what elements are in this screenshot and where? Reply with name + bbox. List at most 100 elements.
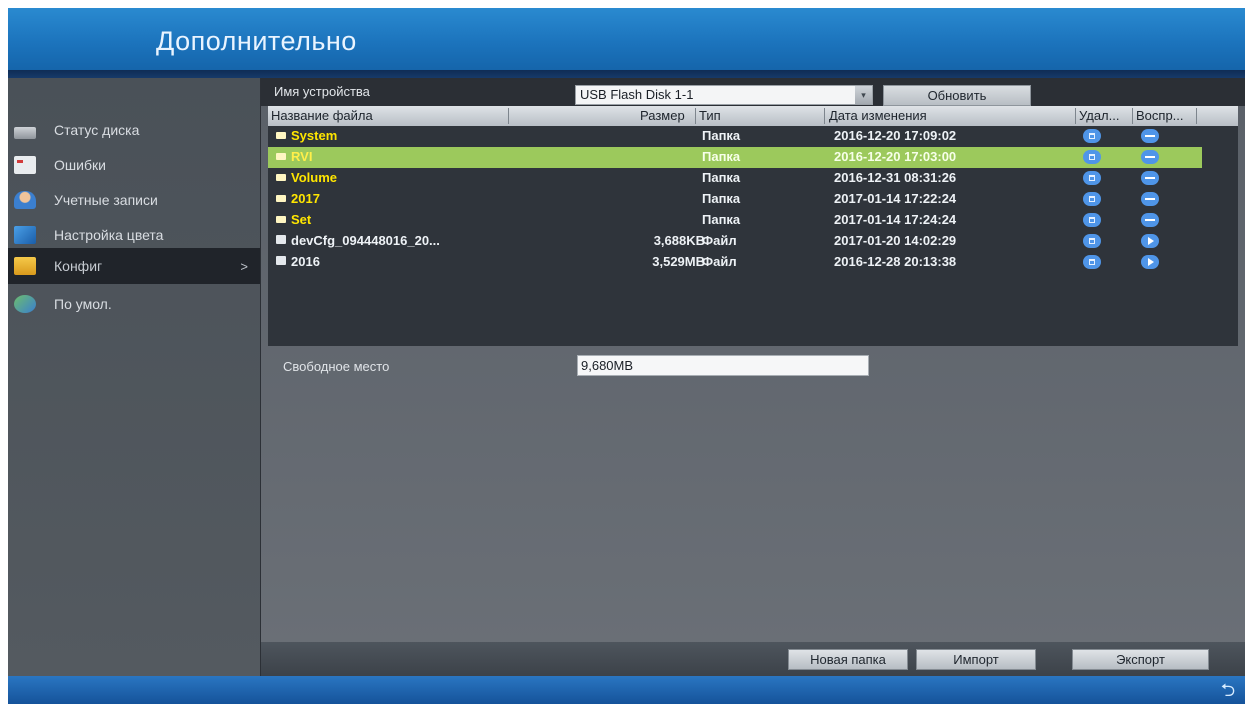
column-header-delete[interactable]: Удал... xyxy=(1079,108,1119,123)
chevron-right-icon: > xyxy=(240,258,248,274)
folder-icon xyxy=(276,174,286,181)
new-folder-button[interactable]: Новая папка xyxy=(788,649,908,670)
device-select[interactable]: USB Flash Disk 1-1 ▾ xyxy=(575,85,873,105)
file-name-text: Set xyxy=(291,212,312,227)
file-name: Volume xyxy=(276,170,337,185)
sidebar-item-label: Конфиг xyxy=(54,258,103,274)
file-type: Папка xyxy=(702,149,741,164)
sidebar-item-errors[interactable]: Ошибки xyxy=(8,147,260,183)
refresh-button[interactable]: Обновить xyxy=(883,85,1031,106)
delete-icon[interactable] xyxy=(1083,171,1101,185)
file-icon xyxy=(276,235,286,244)
file-type: Файл xyxy=(702,233,737,248)
column-divider xyxy=(1132,108,1133,124)
footer-bar: ⮌ xyxy=(8,676,1245,704)
page-title: Дополнительно xyxy=(156,26,357,56)
file-icon xyxy=(276,256,286,265)
file-name: devCfg_094448016_20... xyxy=(276,233,440,248)
back-icon[interactable]: ⮌ xyxy=(1217,681,1239,699)
minus-icon[interactable] xyxy=(1141,129,1159,143)
minus-icon[interactable] xyxy=(1141,171,1159,185)
file-type: Файл xyxy=(702,254,737,269)
table-row[interactable]: 2016 3,529MB Файл 2016-12-28 20:13:38 xyxy=(268,252,1202,273)
sidebar-item-label: Статус диска xyxy=(54,122,140,138)
minus-icon[interactable] xyxy=(1141,192,1159,206)
file-name-text: RVI xyxy=(291,149,313,164)
sidebar-item-label: По умол. xyxy=(54,296,112,312)
column-header-size[interactable]: Размер xyxy=(640,108,685,123)
file-name-text: System xyxy=(291,128,338,143)
column-divider xyxy=(695,108,696,124)
file-size: 3,688KB xyxy=(653,233,705,248)
play-icon[interactable] xyxy=(1141,255,1159,269)
folder-icon xyxy=(276,216,286,223)
folder-icon xyxy=(276,132,286,139)
table-row[interactable]: devCfg_094448016_20... 3,688KB Файл 2017… xyxy=(268,231,1202,252)
free-space-field: 9,680MB xyxy=(577,355,869,376)
table-row-selected[interactable]: RVI Папка 2016-12-20 17:03:00 xyxy=(268,147,1202,168)
header-bar: Дополнительно xyxy=(8,8,1245,70)
user-icon xyxy=(14,191,36,209)
column-header-type[interactable]: Тип xyxy=(699,108,721,123)
monitor-icon xyxy=(14,226,36,244)
file-name: System xyxy=(276,128,337,143)
error-log-icon xyxy=(14,156,36,174)
file-table: Название файла Размер Тип Дата изменения… xyxy=(268,106,1238,346)
table-row[interactable]: 2017 Папка 2017-01-14 17:22:24 xyxy=(268,189,1202,210)
sidebar-item-label: Настройка цвета xyxy=(54,227,164,243)
play-icon[interactable] xyxy=(1141,234,1159,248)
table-header: Название файла Размер Тип Дата изменения… xyxy=(268,106,1238,126)
folder-icon xyxy=(14,257,36,275)
file-name: Set xyxy=(276,212,311,227)
file-date: 2016-12-28 20:13:38 xyxy=(834,254,957,269)
file-name: 2017 xyxy=(276,191,320,206)
column-divider xyxy=(1196,108,1197,124)
sidebar-item-defaults[interactable]: По умол. xyxy=(8,286,260,322)
delete-icon[interactable] xyxy=(1083,129,1101,143)
file-date: 2017-01-14 17:22:24 xyxy=(834,191,957,206)
action-bar: Новая папка Импорт Экспорт xyxy=(261,642,1245,676)
screen: Дополнительно Статус диска Ошибки Учетны… xyxy=(8,8,1245,704)
sidebar-item-accounts[interactable]: Учетные записи xyxy=(8,182,260,218)
folder-icon xyxy=(276,195,286,202)
file-date: 2016-12-20 17:03:00 xyxy=(834,149,957,164)
file-name-text: devCfg_094448016_20... xyxy=(291,233,440,248)
chevron-down-icon[interactable]: ▾ xyxy=(855,86,872,104)
table-row[interactable]: Set Папка 2017-01-14 17:24:24 xyxy=(268,210,1202,231)
file-name-text: 2016 xyxy=(291,254,320,269)
sidebar-item-config[interactable]: Конфиг > xyxy=(8,248,260,284)
delete-icon[interactable] xyxy=(1083,234,1101,248)
device-select-value: USB Flash Disk 1-1 xyxy=(580,87,694,102)
import-button[interactable]: Импорт xyxy=(916,649,1036,670)
column-header-date[interactable]: Дата изменения xyxy=(829,108,927,123)
file-type: Папка xyxy=(702,128,741,143)
file-size: 3,529MB xyxy=(652,254,705,269)
column-header-name[interactable]: Название файла xyxy=(271,108,373,123)
table-row[interactable]: Volume Папка 2016-12-31 08:31:26 xyxy=(268,168,1202,189)
column-header-play[interactable]: Воспр... xyxy=(1136,108,1184,123)
export-button[interactable]: Экспорт xyxy=(1072,649,1209,670)
file-name-text: 2017 xyxy=(291,191,320,206)
file-name-text: Volume xyxy=(291,170,337,185)
column-divider xyxy=(508,108,509,124)
device-row: Имя устройства USB Flash Disk 1-1 ▾ Обно… xyxy=(261,78,1245,106)
delete-icon[interactable] xyxy=(1083,213,1101,227)
file-date: 2016-12-31 08:31:26 xyxy=(834,170,957,185)
minus-icon[interactable] xyxy=(1141,213,1159,227)
file-type: Папка xyxy=(702,212,741,227)
sidebar: Статус диска Ошибки Учетные записи Настр… xyxy=(8,78,261,683)
free-space-row: Свободное место 9,680MB xyxy=(261,354,1245,378)
delete-icon[interactable] xyxy=(1083,192,1101,206)
table-row[interactable]: System Папка 2016-12-20 17:09:02 xyxy=(268,126,1202,147)
free-space-value: 9,680MB xyxy=(581,358,634,373)
main-panel: Имя устройства USB Flash Disk 1-1 ▾ Обно… xyxy=(261,78,1245,683)
sidebar-item-disk-status[interactable]: Статус диска xyxy=(8,112,260,148)
delete-icon[interactable] xyxy=(1083,255,1101,269)
column-divider xyxy=(824,108,825,124)
hard-disk-icon xyxy=(14,127,36,139)
delete-icon[interactable] xyxy=(1083,150,1101,164)
file-name: 2016 xyxy=(276,254,320,269)
minus-icon[interactable] xyxy=(1141,150,1159,164)
header-divider xyxy=(8,70,1245,78)
file-type: Папка xyxy=(702,170,741,185)
